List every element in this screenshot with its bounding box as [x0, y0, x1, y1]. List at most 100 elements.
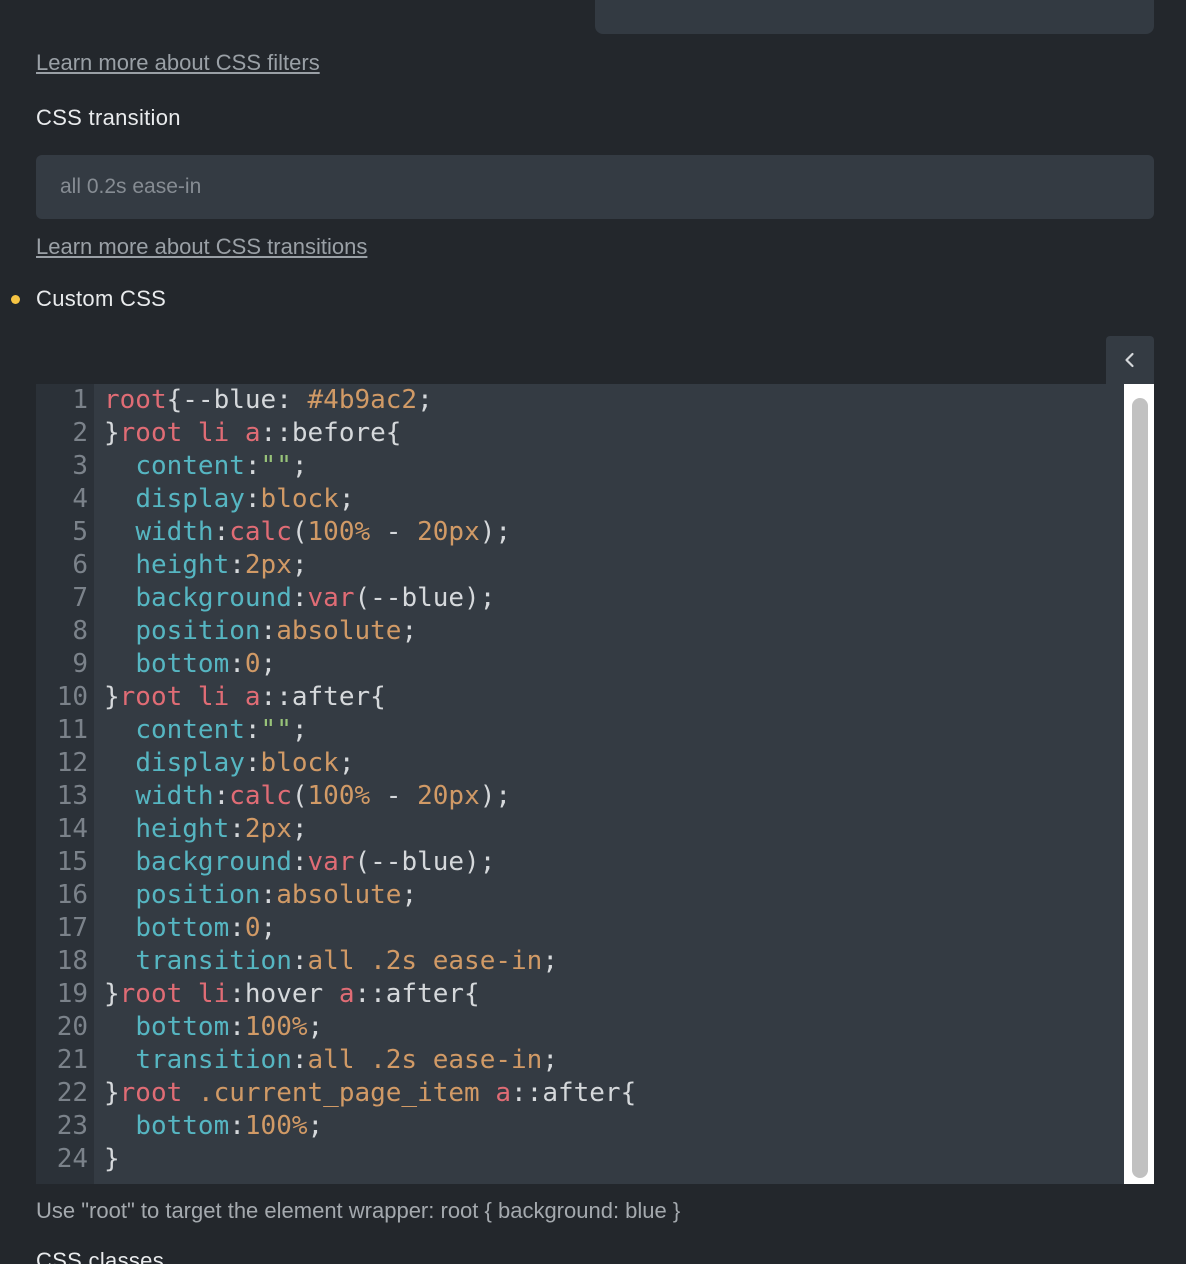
code-line[interactable]: 9 bottom:0; [36, 648, 1124, 681]
code-token: ; [307, 1012, 324, 1042]
tab-style[interactable]: STYLE [595, 0, 1154, 34]
code-line[interactable]: 2}root li a::before{ [36, 417, 1124, 450]
line-number: 17 [56, 913, 88, 943]
code-line[interactable]: 21 transition:all .2s ease-in; [36, 1044, 1124, 1077]
code-token: (--blue); [354, 847, 496, 877]
code-text: transition:all .2s ease-in; [88, 945, 558, 978]
code-token: : [213, 517, 230, 547]
code-line[interactable]: 11 content:""; [36, 714, 1124, 747]
code-text: }root .current_page_item a::after{ [88, 1077, 636, 1110]
code-token: ; [291, 550, 308, 580]
code-token: ; [401, 880, 418, 910]
code-token: 100% [307, 517, 371, 547]
code-area[interactable]: 1 root{--blue: #4b9ac2; 2}root li a::befor… [36, 384, 1124, 1176]
code-token: position [135, 880, 261, 910]
code-line[interactable]: 8 position:absolute; [36, 615, 1124, 648]
custom-css-hint: Use "root" to target the element wrapper… [36, 1198, 681, 1223]
code-line[interactable]: 3 content:""; [36, 450, 1124, 483]
code-line[interactable]: 20 bottom:100%; [36, 1011, 1124, 1044]
code-token: content [135, 451, 245, 481]
code-token: (--blue); [354, 583, 496, 613]
code-token: ; [260, 913, 277, 943]
code-token: background [135, 583, 292, 613]
code-token: calc [229, 781, 292, 811]
code-line[interactable]: 7 background:var(--blue); [36, 582, 1124, 615]
code-line[interactable]: 23 bottom:100%; [36, 1110, 1124, 1143]
code-token: ::after{ [511, 1078, 637, 1108]
css-filters-link[interactable]: Learn more about CSS filters [36, 50, 320, 76]
editor-scrollbar-thumb[interactable] [1132, 398, 1148, 1178]
code-token: absolute [276, 880, 402, 910]
chevron-left-icon [1125, 352, 1134, 368]
line-number: 22 [56, 1078, 88, 1108]
code-line[interactable]: 16 position:absolute; [36, 879, 1124, 912]
code-line[interactable]: 4 display:block; [36, 483, 1124, 516]
code-token: var [307, 583, 355, 613]
css-transition-input[interactable] [36, 155, 1154, 219]
code-line[interactable]: 14 height:2px; [36, 813, 1124, 846]
code-line[interactable]: 5 width:calc(100% - 20px); [36, 516, 1124, 549]
code-text: transition:all .2s ease-in; [88, 1044, 558, 1077]
code-text: }root li:hover a::after{ [88, 978, 480, 1011]
css-transitions-link[interactable]: Learn more about CSS transitions [36, 234, 367, 260]
code-token: 20px [417, 781, 480, 811]
code-text: } [88, 1143, 120, 1176]
code-line[interactable]: 15 background:var(--blue); [36, 846, 1124, 879]
line-number: 7 [72, 583, 88, 613]
code-line[interactable]: 24} [36, 1143, 1124, 1176]
code-line[interactable]: 22}root .current_page_item a::after{ [36, 1077, 1124, 1110]
collapse-editor-button[interactable] [1106, 336, 1154, 384]
code-line[interactable]: 1 root{--blue: #4b9ac2; [36, 384, 1124, 417]
code-line[interactable]: 6 height:2px; [36, 549, 1124, 582]
line-number: 13 [56, 781, 88, 811]
code-line[interactable]: 12 display:block; [36, 747, 1124, 780]
code-text: }root li a::after{ [88, 681, 386, 714]
code-token: ; [542, 1045, 558, 1075]
line-number: 11 [56, 715, 88, 745]
modified-indicator-dot [11, 295, 20, 304]
code-token: calc [229, 517, 292, 547]
editor-scrollbar[interactable] [1124, 384, 1154, 1184]
code-token: ); [479, 781, 512, 811]
code-line[interactable]: 10}root li a::after{ [36, 681, 1124, 714]
code-token: #4b9ac2 [307, 385, 418, 415]
code-token: : [244, 715, 261, 745]
code-line[interactable]: 18 transition:all .2s ease-in; [36, 945, 1124, 978]
code-token: width [135, 517, 214, 547]
code-text: height:2px; [88, 813, 307, 846]
code-token: : [244, 484, 261, 514]
code-token: : [260, 880, 277, 910]
code-token: : [291, 847, 308, 877]
code-line[interactable]: 17 bottom:0; [36, 912, 1124, 945]
code-token: } [104, 682, 120, 712]
code-line[interactable]: 13 width:calc(100% - 20px); [36, 780, 1124, 813]
line-number: 19 [56, 979, 88, 1009]
code-text: position:absolute; [88, 879, 417, 912]
code-token: all .2s ease-in [307, 1045, 543, 1075]
custom-css-editor[interactable]: 1 root{--blue: #4b9ac2; 2}root li a::befor… [36, 384, 1154, 1184]
code-token: 100% [244, 1111, 308, 1141]
code-text: content:""; [88, 714, 307, 747]
style-panel: CONTENT STYLE Learn more about CSS filte… [0, 0, 1186, 1264]
code-token: width [135, 781, 214, 811]
code-token: } [104, 979, 120, 1009]
code-token: ::before{ [260, 418, 402, 448]
code-token: : [229, 913, 245, 943]
tab-content[interactable]: CONTENT [36, 0, 576, 34]
code-token: ; [542, 946, 558, 976]
line-number: 23 [56, 1111, 88, 1141]
line-number: 5 [72, 517, 88, 547]
code-token: "" [260, 451, 292, 481]
line-number: 8 [72, 616, 88, 646]
code-line[interactable]: 19}root li:hover a::after{ [36, 978, 1124, 1011]
